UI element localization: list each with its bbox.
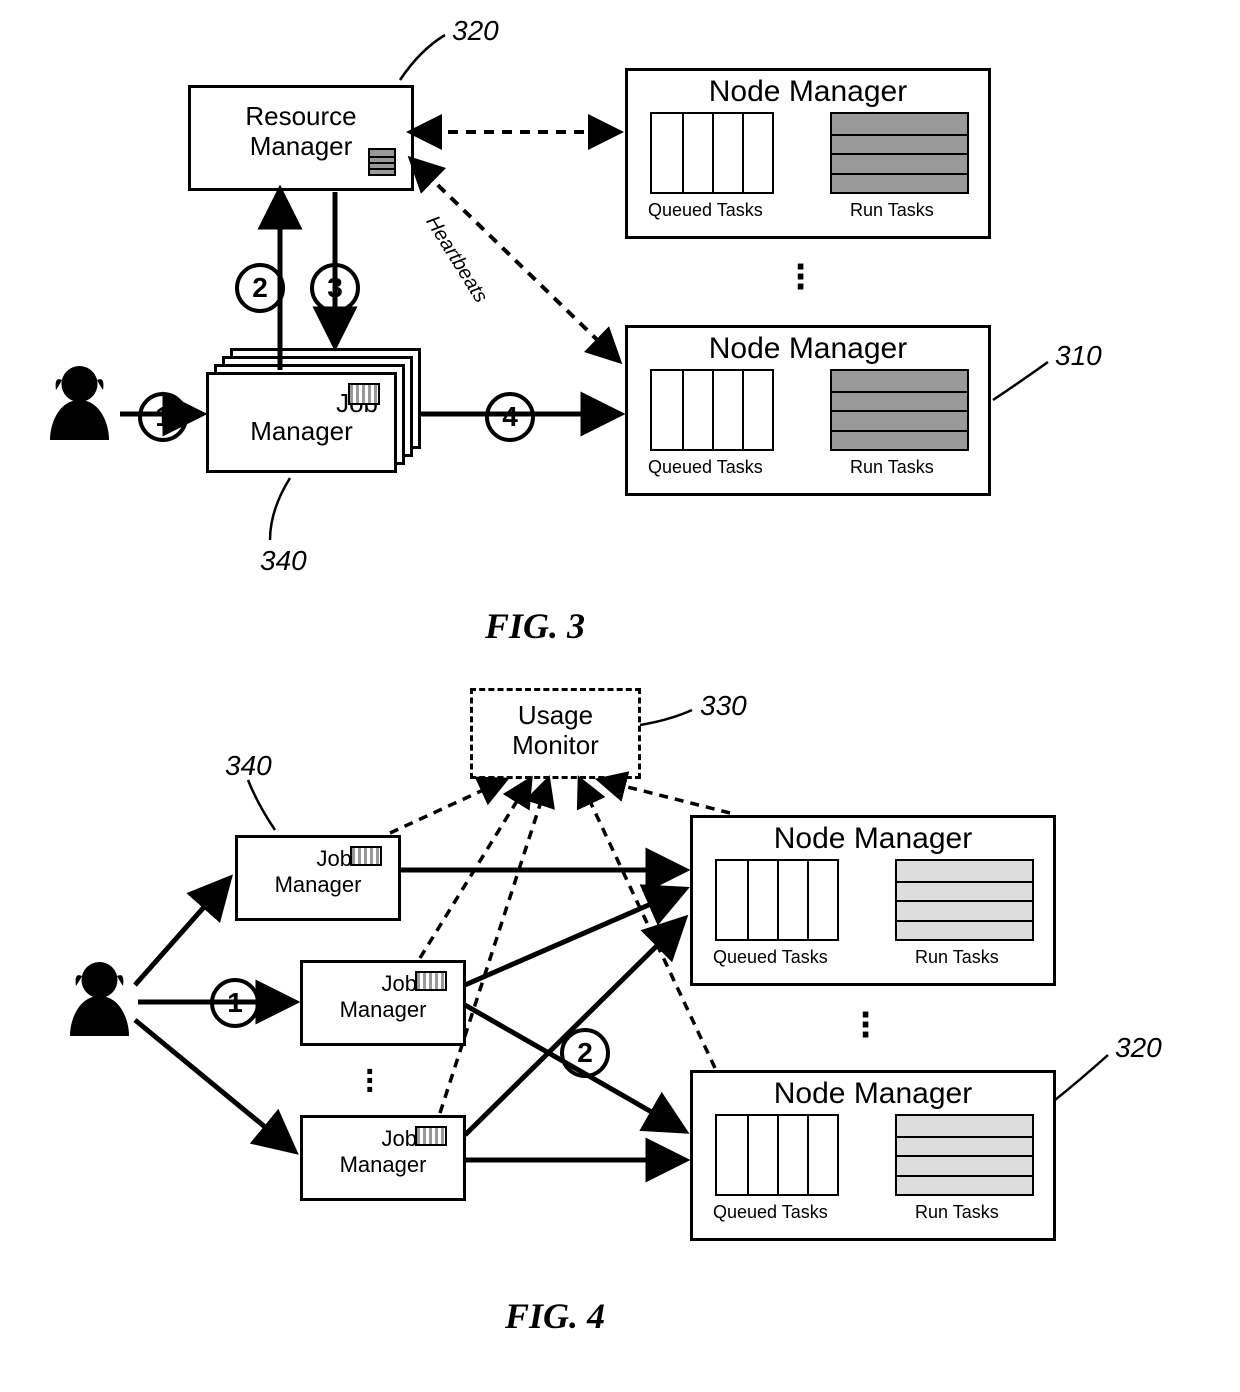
usage-monitor-box: Usage Monitor (470, 688, 641, 779)
nm-top-run-fig4 (895, 859, 1034, 941)
ref-320-fig3: 320 (452, 15, 499, 47)
jm2-icon (415, 971, 447, 991)
nm-top-run-fig3 (830, 112, 969, 194)
jm1-icon (350, 846, 382, 866)
step-3-fig3: 3 (310, 263, 360, 313)
nm-bot-run-lbl-fig3: Run Tasks (850, 457, 934, 478)
step-1-fig3: 1 (138, 392, 188, 442)
fig4-caption: FIG. 4 (505, 1295, 605, 1337)
nm-bot-run-lbl-fig4: Run Tasks (915, 1202, 999, 1223)
nm-top-title-fig3: Node Manager (628, 75, 988, 110)
step-2-fig3: 2 (235, 263, 285, 313)
nm-bot-title-fig4: Node Manager (693, 1077, 1053, 1112)
usage-monitor-lbl2: Monitor (512, 730, 599, 760)
job-mgr-icon (348, 383, 380, 405)
heartbeats-label: Heartbeats (420, 212, 491, 307)
job-manager-label2: Manager (250, 416, 353, 446)
nm-dots-fig4: ··· (860, 1010, 873, 1040)
nm-bot-queue-fig4 (715, 1114, 839, 1196)
nm-top-run-lbl-fig3: Run Tasks (850, 200, 934, 221)
user-icon-fig3 (42, 362, 117, 457)
nm-bot-queued-lbl-fig4: Queued Tasks (713, 1202, 828, 1223)
nm-top-queued-lbl-fig3: Queued Tasks (648, 200, 763, 221)
resource-manager-label1: Resource (245, 101, 356, 131)
ref-310-fig3: 310 (1055, 340, 1102, 372)
ref-330-fig4: 330 (700, 690, 747, 722)
nm-top-run-lbl-fig4: Run Tasks (915, 947, 999, 968)
nm-bot-queue-fig3 (650, 369, 774, 451)
nm-dots-fig3: ··· (795, 262, 808, 292)
step-2-fig4: 2 (560, 1028, 610, 1078)
nm-top-queue-fig3 (650, 112, 774, 194)
nm-top-queue-fig4 (715, 859, 839, 941)
resource-manager-label2: Manager (250, 131, 353, 161)
nm-bot-run-fig3 (830, 369, 969, 451)
nm-top-queued-lbl-fig4: Queued Tasks (713, 947, 828, 968)
user-icon-fig4 (62, 958, 137, 1053)
usage-monitor-lbl1: Usage (518, 700, 593, 730)
jm3-icon (415, 1126, 447, 1146)
ref-340-fig3: 340 (260, 545, 307, 577)
nm-bot-queued-lbl-fig3: Queued Tasks (648, 457, 763, 478)
step-4-fig3: 4 (485, 392, 535, 442)
ref-320-fig4: 320 (1115, 1032, 1162, 1064)
nm-bot-run-fig4 (895, 1114, 1034, 1196)
resource-mgr-stack-icon (368, 148, 396, 176)
ref-340-fig4: 340 (225, 750, 272, 782)
fig3-caption: FIG. 3 (485, 605, 585, 647)
step-1-fig4: 1 (210, 978, 260, 1028)
nm-top-title-fig4: Node Manager (693, 822, 1053, 857)
nm-bot-title-fig3: Node Manager (628, 332, 988, 367)
jm-dots-fig4: ··· (365, 1068, 376, 1095)
